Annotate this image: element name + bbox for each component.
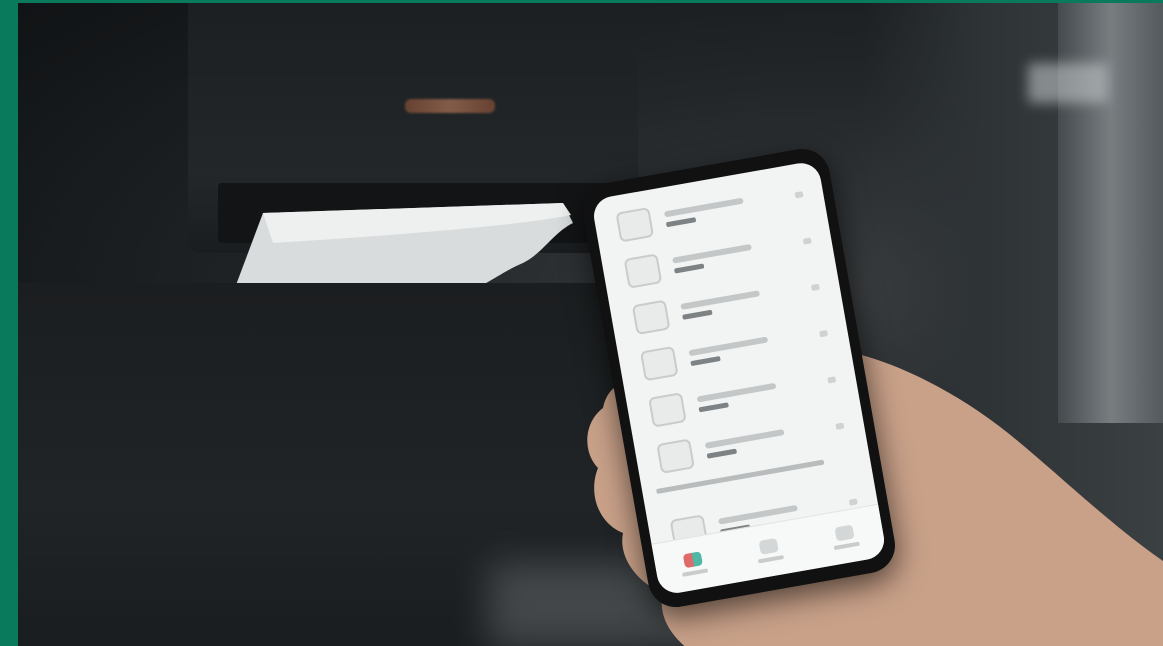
profile-icon (834, 524, 855, 542)
tab-label-placeholder (682, 568, 709, 577)
device-list (592, 168, 881, 561)
devices-tab[interactable] (755, 537, 785, 564)
chevron-icon (827, 376, 837, 384)
chevron-icon (819, 329, 829, 338)
device-status-placeholder (682, 309, 713, 320)
profile-tab[interactable] (830, 524, 860, 551)
device-status-placeholder (706, 448, 737, 459)
background-light (1028, 63, 1108, 103)
device-status-placeholder (690, 355, 721, 366)
chevron-icon (810, 283, 820, 292)
chevron-icon (794, 191, 804, 199)
device-icon (623, 252, 663, 289)
chevron-icon (835, 422, 845, 430)
device-icon (648, 391, 687, 428)
device-icon (639, 345, 679, 381)
chevron-icon (848, 498, 858, 506)
device-status-placeholder (698, 401, 729, 412)
devices-icon (758, 537, 779, 555)
tab-label-placeholder (757, 554, 785, 564)
device-name-placeholder (696, 382, 777, 403)
home-icon (683, 551, 704, 569)
dispenser-logo (405, 99, 495, 113)
device-name-placeholder (704, 428, 785, 449)
device-name-placeholder (688, 335, 769, 356)
device-status-placeholder (665, 216, 697, 227)
tab-label-placeholder (833, 541, 860, 551)
photo (18, 3, 1163, 646)
device-icon (631, 299, 671, 335)
device-name-placeholder (672, 243, 752, 264)
home-tab[interactable] (679, 551, 709, 577)
device-name-placeholder (663, 197, 744, 217)
device-icon (656, 437, 695, 474)
device-icon (615, 206, 655, 242)
device-status-placeholder (673, 262, 705, 274)
device-name-placeholder (680, 289, 761, 310)
chevron-icon (802, 237, 812, 245)
